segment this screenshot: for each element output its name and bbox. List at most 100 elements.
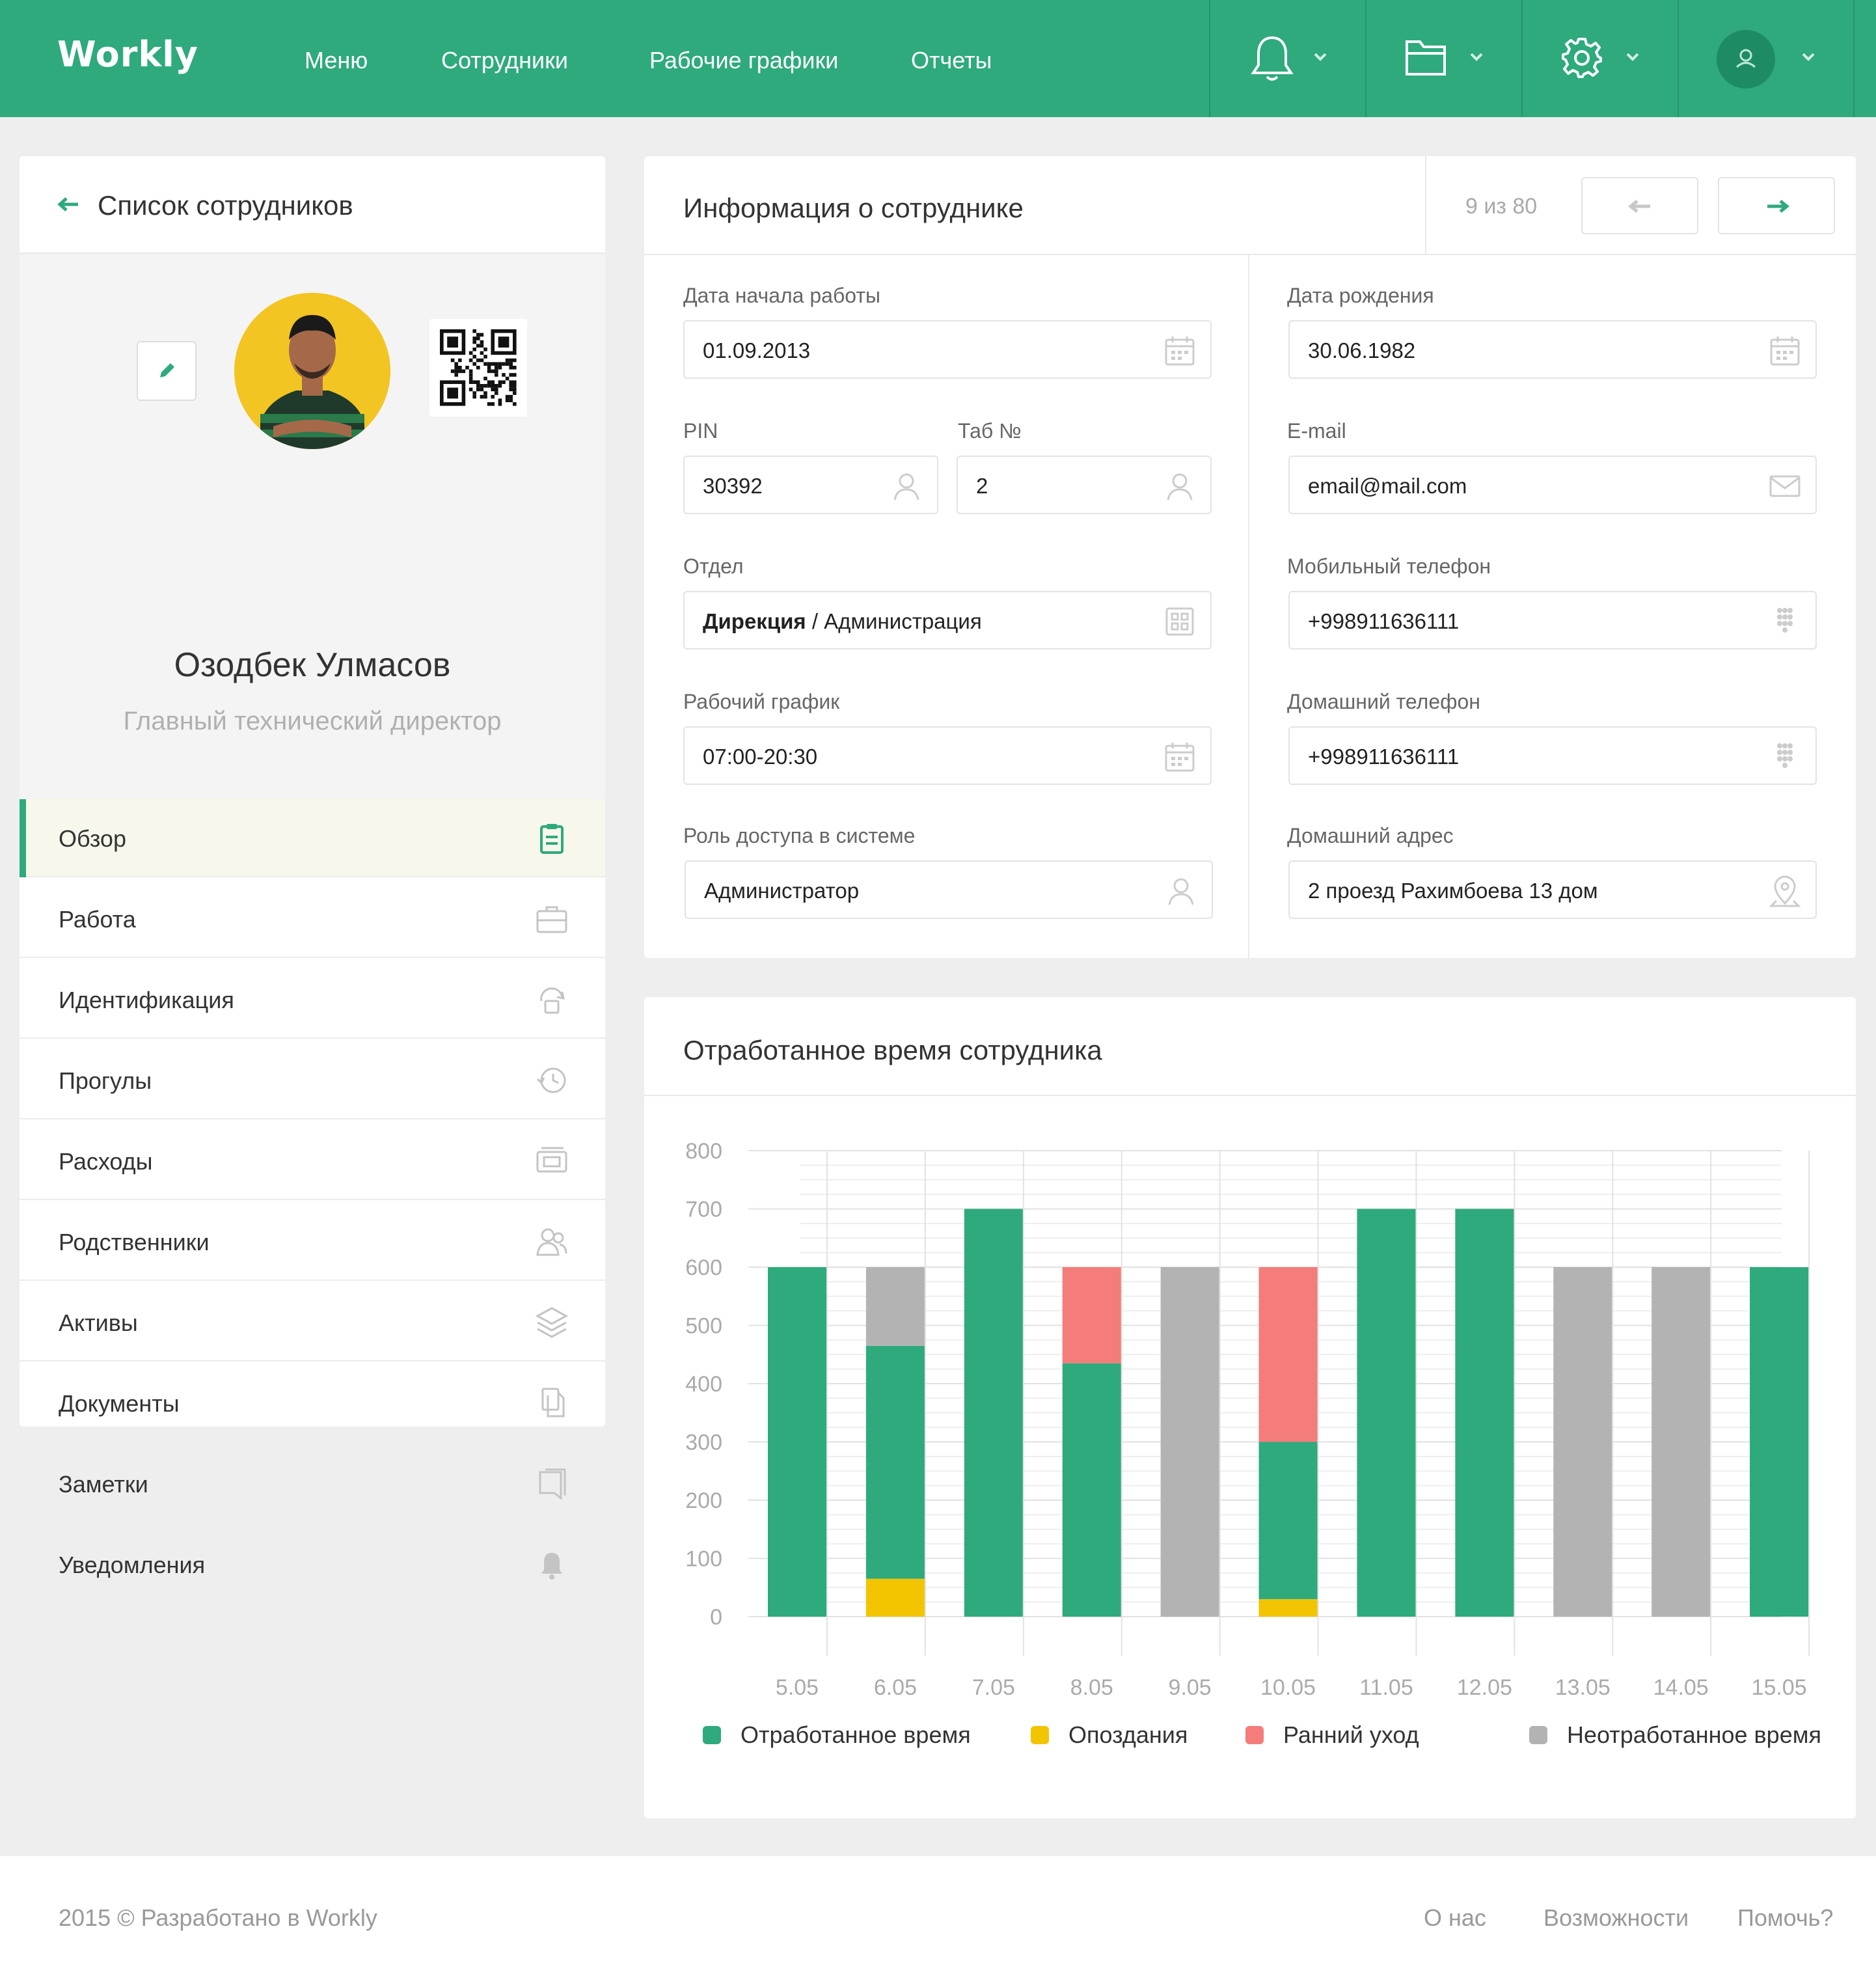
- user-icon: [893, 473, 919, 500]
- schedule-value: 07:00-20:30: [703, 745, 818, 769]
- chevron-down-icon[interactable]: [1313, 52, 1327, 61]
- footer-link-features[interactable]: Возможности: [1543, 1904, 1689, 1932]
- nav-reports[interactable]: Отчеты: [911, 47, 992, 74]
- menu-item-8[interactable]: Заметки: [20, 1445, 605, 1523]
- menu-item-1[interactable]: Работа: [20, 880, 605, 958]
- gear-icon[interactable]: [1560, 36, 1603, 79]
- legend-label: Неотработанное время: [1567, 1721, 1821, 1748]
- dialpad-icon: [1777, 608, 1793, 633]
- chevron-down-icon[interactable]: [1625, 52, 1640, 61]
- chevron-down-icon[interactable]: [1469, 52, 1484, 61]
- department-value: Дирекция / Администрация: [703, 609, 982, 634]
- calendar-icon[interactable]: [1163, 741, 1196, 773]
- menu-item-3[interactable]: Прогулы: [20, 1041, 605, 1119]
- birth-date-label: Дата рождения: [1287, 284, 1434, 307]
- pin-value: 30392: [703, 474, 763, 498]
- address-field[interactable]: 2 проезд Рахимбоева 13 дом: [1288, 860, 1817, 919]
- y-tick-label: 300: [685, 1431, 722, 1455]
- menu-item-9[interactable]: Уведомления: [20, 1526, 605, 1604]
- nav-menu[interactable]: Меню: [305, 47, 368, 74]
- edit-button[interactable]: [137, 341, 197, 401]
- building-icon[interactable]: [1163, 605, 1196, 638]
- nav-schedules[interactable]: Рабочие графики: [649, 47, 838, 74]
- pin-field[interactable]: 30392: [683, 456, 938, 514]
- menu-item-label: Заметки: [59, 1471, 148, 1498]
- app-logo[interactable]: Workly: [57, 34, 198, 75]
- department-main: Дирекция: [703, 609, 806, 633]
- role-value: Администратор: [704, 879, 860, 903]
- menu-item-0[interactable]: Обзор: [20, 799, 605, 877]
- legend-swatch: [703, 1726, 721, 1744]
- divider: [1209, 0, 1210, 117]
- x-tick-label: 12.05: [1457, 1675, 1512, 1700]
- y-tick-label: 100: [685, 1547, 722, 1572]
- email-field[interactable]: email@mail.com: [1288, 456, 1817, 514]
- calendar-icon[interactable]: [1769, 335, 1801, 367]
- bell-icon[interactable]: [1249, 34, 1295, 83]
- record-counter: 9 из 80: [1465, 194, 1538, 219]
- birth-date-field[interactable]: 30.06.1982: [1288, 320, 1817, 379]
- notes-icon: [539, 1468, 566, 1501]
- chart-bar: [865, 1267, 925, 1346]
- chart-bar: [1160, 1267, 1219, 1617]
- menu-item-2[interactable]: Идентификация: [20, 961, 605, 1039]
- user-icon: [1168, 878, 1194, 905]
- divider: [1853, 0, 1855, 117]
- chart-title: Отработанное время сотрудника: [683, 1035, 1102, 1065]
- user-avatar[interactable]: [1717, 30, 1775, 89]
- folder-icon[interactable]: [1404, 38, 1447, 77]
- footer-link-help[interactable]: Помочь?: [1737, 1904, 1833, 1932]
- start-date-field[interactable]: 01.09.2013: [683, 320, 1212, 379]
- back-to-list[interactable]: Список сотрудников: [20, 156, 605, 254]
- employee-name: Озодбек Улмасов: [174, 646, 451, 684]
- department-field[interactable]: Дирекция / Администрация: [683, 591, 1212, 650]
- address-label: Домашний адрес: [1287, 824, 1454, 847]
- calendar-icon[interactable]: [1163, 335, 1196, 367]
- schedule-field[interactable]: 07:00-20:30: [683, 726, 1212, 785]
- birth-date-value: 30.06.1982: [1308, 338, 1416, 363]
- chevron-down-icon[interactable]: [1801, 52, 1815, 61]
- arrow-left-icon: [1628, 200, 1650, 213]
- pin-label: PIN: [683, 419, 718, 443]
- mobile-field[interactable]: +998911636111: [1288, 591, 1817, 650]
- people-icon: [536, 1228, 567, 1256]
- menu-item-label: Родственники: [59, 1229, 210, 1255]
- role-field[interactable]: Администратор: [685, 860, 1213, 919]
- bell-icon: [541, 1553, 562, 1580]
- home-phone-value: +998911636111: [1308, 745, 1460, 769]
- employee-sidebar: Список сотрудников Озодбек Улмасов Главн…: [20, 156, 605, 1604]
- prev-employee-button[interactable]: [1581, 177, 1698, 234]
- x-tick-label: 6.05: [874, 1675, 917, 1700]
- email-label: E-mail: [1287, 419, 1346, 443]
- home-phone-field[interactable]: +998911636111: [1288, 726, 1817, 785]
- tab-number-field[interactable]: 2: [957, 456, 1212, 514]
- chart-bar: [1258, 1267, 1318, 1442]
- y-tick-label: 0: [710, 1605, 722, 1630]
- divider: [1248, 255, 1249, 958]
- menu-item-5[interactable]: Родственники: [20, 1203, 605, 1281]
- location-pin-icon: [1769, 875, 1801, 907]
- menu-item-7[interactable]: Документы: [20, 1364, 605, 1442]
- footer-link-about[interactable]: О нас: [1424, 1904, 1486, 1932]
- chart-bar: [1357, 1209, 1416, 1617]
- start-date-value: 01.09.2013: [703, 338, 811, 363]
- user-icon: [1167, 473, 1193, 500]
- qr-code-image: [440, 329, 517, 406]
- department-sub: / Администрация: [806, 609, 982, 633]
- nav-employees[interactable]: Сотрудники: [441, 47, 568, 74]
- schedule-label: Рабочий график: [683, 690, 840, 713]
- next-employee-button[interactable]: [1718, 177, 1835, 234]
- menu-item-6[interactable]: Активы: [20, 1283, 605, 1362]
- top-bar: Workly Меню Сотрудники Рабочие графики О…: [0, 0, 1876, 117]
- mobile-value: +998911636111: [1308, 609, 1460, 633]
- home-phone-label: Домашний телефон: [1287, 690, 1480, 713]
- x-tick-label: 13.05: [1555, 1675, 1611, 1700]
- dialpad-icon: [1777, 743, 1793, 768]
- y-tick-label: 500: [685, 1314, 722, 1339]
- chart-bar: [768, 1267, 826, 1617]
- x-tick-label: 10.05: [1260, 1675, 1316, 1700]
- qr-code[interactable]: [429, 319, 527, 417]
- profile-section: Озодбек Улмасов Главный технический дире…: [20, 254, 605, 799]
- menu-item-4[interactable]: Расходы: [20, 1122, 605, 1200]
- worked-time-chart: 0 100 200 300 400 500 600 700 800 5.05 6.05 7.05 8.0…: [685, 1139, 1821, 1748]
